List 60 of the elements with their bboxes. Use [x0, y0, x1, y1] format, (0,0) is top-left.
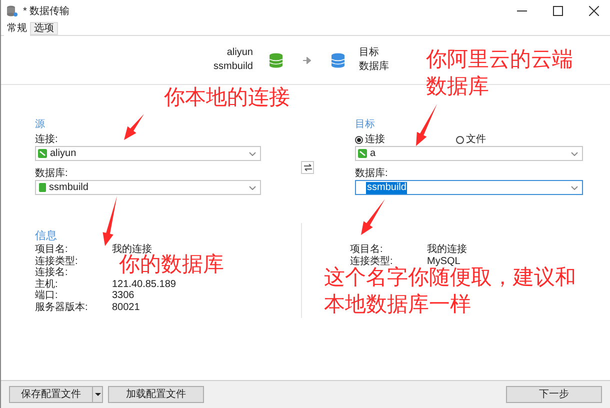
- connection-icon: [38, 149, 47, 158]
- info-label: 项目名:: [35, 244, 69, 256]
- info-value: 我的连接: [112, 244, 152, 255]
- footer-button[interactable]: 加载配置文件: [108, 386, 204, 403]
- source-database-name: ssmbuild: [214, 60, 253, 74]
- info-value: 80021: [112, 302, 140, 314]
- field-label: 数据库:: [35, 168, 68, 180]
- annotation-text: 你本地的连接: [164, 85, 290, 111]
- tab[interactable]: 常规: [4, 22, 30, 36]
- tab[interactable]: 选项: [30, 22, 58, 35]
- section-title: 源: [35, 118, 45, 132]
- window-title: * 数据传输: [23, 4, 70, 18]
- swap-button[interactable]: [301, 161, 314, 174]
- info-value: MySQL: [427, 256, 460, 267]
- info-label: 端口:: [35, 290, 59, 302]
- annotation-arrow: [124, 114, 144, 140]
- field-label: 连接:: [35, 134, 58, 146]
- info-value: 121.40.85.189: [112, 278, 176, 290]
- chevron-down-icon: [249, 186, 256, 190]
- radio-option[interactable]: 文件: [456, 134, 486, 146]
- info-label: 连接名:: [35, 267, 69, 278]
- dropdown[interactable]: aliyun: [35, 146, 261, 161]
- dropdown-button[interactable]: [93, 386, 103, 403]
- footer-button[interactable]: 下一步: [506, 386, 602, 403]
- info-label: 服务器版本:: [35, 302, 89, 314]
- chevron-down-icon: [571, 152, 578, 156]
- dropdown[interactable]: a: [355, 146, 583, 161]
- section-title: 目标: [355, 118, 375, 132]
- maximize-icon[interactable]: [553, 6, 563, 16]
- database-icon: [331, 52, 345, 68]
- chevron-down-icon: [249, 152, 256, 156]
- info-label: 主机:: [35, 278, 59, 290]
- section-title: 信息: [35, 229, 58, 244]
- database-icon: [39, 183, 46, 192]
- annotation-text: 这个名字你随便取，建议和 本地数据库一样: [324, 266, 576, 318]
- arrow-icon: [303, 56, 311, 64]
- annotation-arrow: [361, 199, 385, 235]
- dropdown[interactable]: ssmbuild: [35, 180, 261, 195]
- radio-option[interactable]: 连接: [355, 134, 456, 146]
- dropdown[interactable]: ssmbuild: [355, 180, 583, 195]
- info-label: 连接类型:: [35, 256, 79, 267]
- save-button[interactable]: 保存配置文件: [9, 386, 93, 403]
- info-label: 连接类型:: [350, 256, 393, 267]
- database-icon: [6, 5, 18, 17]
- swap-icon: [304, 164, 312, 171]
- close-icon[interactable]: [589, 6, 599, 16]
- annotation-text: 你阿里云的云端 数据库: [426, 47, 573, 100]
- target-database-label: 数据库: [359, 60, 389, 74]
- chevron-down-icon: [571, 186, 578, 190]
- annotation-text: 你的数据库: [119, 253, 224, 278]
- annotation-arrow: [416, 104, 437, 146]
- database-icon: [269, 52, 283, 68]
- caret-icon: [94, 393, 100, 396]
- field-label: 数据库:: [355, 168, 388, 180]
- connection-icon: [358, 149, 367, 158]
- info-value: 3306: [112, 290, 134, 302]
- info-value: 我的连接: [427, 244, 467, 256]
- info-label: 项目名:: [350, 244, 384, 256]
- source-connection-name: aliyun: [226, 46, 253, 60]
- target-label: 目标: [359, 46, 380, 60]
